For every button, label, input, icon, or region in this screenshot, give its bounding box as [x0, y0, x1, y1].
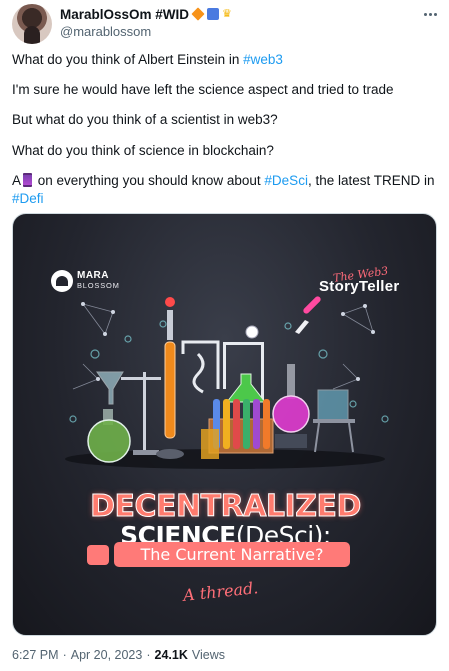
thread-prefix: A: [12, 173, 22, 188]
storyteller-title: StoryTeller: [319, 278, 400, 295]
tweet-line-2: I'm sure he would have left the science …: [12, 82, 394, 97]
views-label: Views: [191, 648, 225, 662]
meta-separator: ·: [62, 648, 67, 662]
chart-icon: [207, 8, 220, 20]
tweet-image[interactable]: MARA BLOSSOM The Web3 StoryTeller DECENT…: [12, 213, 437, 636]
subtitle-text: The Current Narrative?: [140, 545, 324, 564]
display-name[interactable]: MarablOssOm #WID: [60, 7, 189, 22]
tweet-text: , the latest TREND in: [307, 173, 435, 188]
tweet-text: What do you think of Albert Einstein in: [12, 52, 244, 67]
brand-name: MARA: [77, 270, 109, 281]
tweet-date[interactable]: Apr 20, 2023: [71, 648, 143, 662]
orange-diamond-icon: [191, 7, 205, 21]
avatar[interactable]: [12, 4, 52, 44]
tweet: MarablOssOm #WID ♛ @marablossom What do …: [0, 0, 449, 671]
tweet-text: on everything you should know about: [34, 173, 265, 188]
hashtag-defi[interactable]: #Defi: [12, 191, 44, 206]
tweet-line-1: What do you think of Albert Einstein in …: [12, 51, 437, 69]
meta-separator: ·: [146, 648, 151, 662]
tweet-line-3: But what do you think of a scientist in …: [12, 112, 278, 127]
tweet-line-5: A on everything you should know about #D…: [12, 172, 437, 208]
crown-icon: ♛: [222, 8, 232, 20]
hashtag-desci[interactable]: #DeSci: [264, 173, 308, 188]
mara-blossom-logo: [51, 270, 73, 292]
tweet-line-4: What do you think of science in blockcha…: [12, 143, 274, 158]
hashtag-web3[interactable]: #web3: [243, 52, 283, 67]
more-options-icon[interactable]: [420, 6, 440, 22]
author-handle[interactable]: @marablossom: [60, 24, 151, 39]
tweet-meta: 6:27 PM · Apr 20, 2023 · 24.1K Views: [12, 648, 225, 662]
tweet-time[interactable]: 6:27 PM: [12, 648, 59, 662]
brand-subtitle: BLOSSOM: [77, 281, 120, 290]
thread-spool-icon: [23, 173, 33, 187]
pill-decoration: [87, 545, 109, 565]
author-name-row: MarablOssOm #WID ♛: [60, 6, 232, 22]
headline-decentralized: DECENTRALIZED: [90, 489, 362, 525]
subtitle-pill: The Current Narrative?: [114, 542, 350, 567]
views-count[interactable]: 24.1K: [155, 648, 188, 662]
